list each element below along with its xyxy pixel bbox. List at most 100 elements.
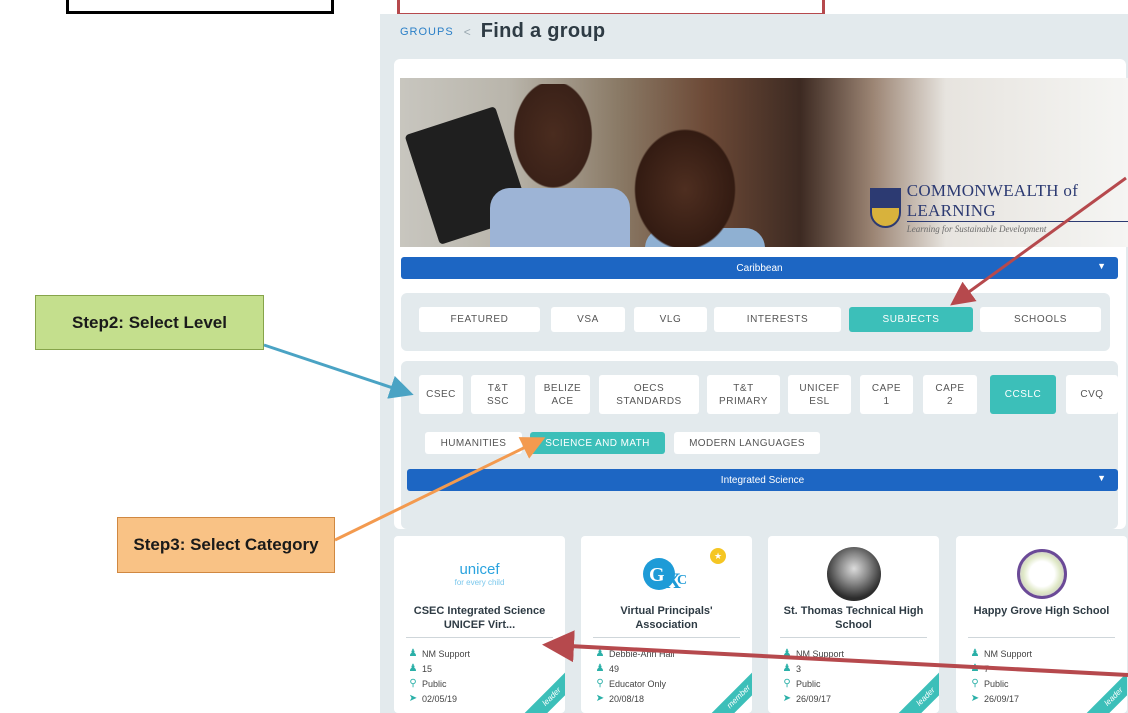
rocket-icon: ➤: [782, 693, 792, 704]
role-ribbon: leader: [895, 666, 939, 713]
level-cape-2[interactable]: CAPE 2: [923, 375, 977, 414]
group-title[interactable]: CSEC Integrated Science UNICEF Virt...: [404, 604, 555, 634]
group-date: ➤ 20/08/18: [595, 693, 645, 704]
category-humanities[interactable]: HUMANITIES: [425, 432, 522, 454]
group-card[interactable]: Happy Grove High School ♟ NM Support ♟ 7 ⚲…: [956, 536, 1127, 713]
category-modern-languages[interactable]: MODERN LANGUAGES: [674, 432, 820, 454]
subject-select[interactable]: Integrated Science ▼: [407, 469, 1118, 491]
step2-callout: Step2: Select Level: [35, 295, 264, 350]
level-oecs-standards[interactable]: OECS STANDARDS: [599, 375, 699, 414]
level-cvq[interactable]: CVQ: [1066, 375, 1118, 414]
group-members: ♟ 49: [595, 663, 620, 674]
level-ccslc[interactable]: CCSLC: [990, 375, 1056, 414]
col-logo: COMMONWEALTH of LEARNING Learning for Su…: [870, 181, 1128, 234]
role-ribbon: member: [708, 666, 752, 713]
tab-schools[interactable]: SCHOOLS: [980, 307, 1101, 332]
group-logo: unicef for every child: [394, 544, 565, 604]
person-icon: ♟: [782, 648, 792, 659]
step3-label: Step3: Select Category: [133, 535, 319, 554]
unicef-logo-sub: for every child: [454, 578, 505, 587]
tab-interests[interactable]: INTERESTS: [714, 307, 841, 332]
vpa-logo-icon: G X C: [642, 558, 687, 593]
annotation-box-black: [66, 0, 334, 14]
person-icon: ♟: [970, 648, 980, 659]
svg-text:C: C: [677, 573, 687, 588]
group-members: ♟ 7: [970, 663, 990, 674]
person-icon: ♟: [408, 648, 418, 659]
role-ribbon: leader: [1083, 666, 1127, 713]
group-date: ➤ 02/05/19: [408, 693, 458, 704]
region-select[interactable]: Caribbean ▼: [401, 257, 1118, 279]
tab-vlg[interactable]: VLG: [634, 307, 707, 332]
rocket-icon: ➤: [970, 693, 980, 704]
level-tt-ssc[interactable]: T&T SSC: [471, 375, 525, 414]
key-icon: ⚲: [783, 678, 791, 689]
level-panel: CSEC T&T SSC BELIZE ACE OECS STANDARDS T…: [401, 361, 1118, 529]
group-card[interactable]: G X C ★ Virtual Principals' Association …: [581, 536, 752, 713]
tab-subjects[interactable]: SUBJECTS: [849, 307, 973, 332]
school-photo-icon: [826, 547, 881, 601]
people-icon: ♟: [970, 663, 980, 674]
group-members: ♟ 3: [782, 663, 802, 674]
card-divider: [780, 637, 927, 638]
col-tagline: Learning for Sustainable Development: [906, 221, 1128, 234]
chevron-down-icon: ▼: [1097, 261, 1106, 271]
subject-select-value: Integrated Science: [720, 474, 805, 486]
group-logo: [768, 544, 939, 604]
breadcrumb: GROUPS < Find a group: [400, 20, 605, 43]
region-select-value: Caribbean: [736, 262, 783, 274]
card-divider: [406, 637, 553, 638]
group-privacy: ⚲ Educator Only: [596, 678, 667, 689]
person-icon: ♟: [595, 648, 605, 659]
group-card[interactable]: St. Thomas Technical High School ♟ NM Sup…: [768, 536, 939, 713]
group-members: ♟ 15: [408, 663, 433, 674]
group-owner: ♟ NM Support: [782, 648, 845, 659]
group-privacy: ⚲ Public: [971, 678, 1009, 689]
card-divider: [968, 637, 1115, 638]
level-tt-primary[interactable]: T&T PRIMARY: [707, 375, 780, 414]
chevron-down-icon: ▼: [1097, 473, 1106, 483]
people-icon: ♟: [595, 663, 605, 674]
level-csec[interactable]: CSEC: [419, 375, 463, 414]
col-org-name: COMMONWEALTH of LEARNING: [906, 181, 1079, 220]
group-owner: ♟ NM Support: [970, 648, 1033, 659]
hero-face-left: [508, 84, 598, 196]
group-owner: ♟ Debbie-Ann Hall: [595, 648, 675, 659]
svg-text:G: G: [649, 564, 665, 586]
trophy-icon: ★: [710, 548, 726, 564]
rocket-icon: ➤: [595, 693, 605, 704]
category-science-and-math[interactable]: SCIENCE AND MATH: [530, 432, 665, 454]
role-ribbon: leader: [521, 666, 565, 713]
unicef-logo-text: unicef: [459, 561, 500, 578]
key-icon: ⚲: [409, 678, 417, 689]
key-icon: ⚲: [971, 678, 979, 689]
breadcrumb-groups-link[interactable]: GROUPS: [400, 26, 454, 38]
group-type-tabs: FEATURED VSA VLG INTERESTS SUBJECTS SCHO…: [401, 293, 1110, 351]
tab-featured[interactable]: FEATURED: [419, 307, 540, 332]
breadcrumb-separator: <: [463, 24, 471, 39]
key-icon: ⚲: [596, 678, 604, 689]
level-belize-ace[interactable]: BELIZE ACE: [535, 375, 590, 414]
page-title: Find a group: [480, 20, 606, 42]
find-group-app: GROUPS < Find a group COMMONWEALTH of LE…: [380, 14, 1128, 713]
hero-figure-left: [490, 188, 630, 247]
level-cape-1[interactable]: CAPE 1: [860, 375, 913, 414]
group-title[interactable]: St. Thomas Technical High School: [778, 604, 929, 634]
group-title[interactable]: Virtual Principals' Association: [591, 604, 742, 634]
col-shield-icon: [870, 187, 901, 228]
group-logo: [956, 544, 1127, 604]
card-divider: [593, 637, 740, 638]
tab-vsa[interactable]: VSA: [551, 307, 625, 332]
group-date: ➤ 26/09/17: [782, 693, 832, 704]
people-icon: ♟: [782, 663, 792, 674]
level-unicef-esl[interactable]: UNICEF ESL: [788, 375, 851, 414]
people-icon: ♟: [408, 663, 418, 674]
hero-face-right: [625, 118, 745, 247]
rocket-icon: ➤: [408, 693, 418, 704]
group-owner: ♟ NM Support: [408, 648, 471, 659]
group-privacy: ⚲ Public: [409, 678, 447, 689]
group-card[interactable]: unicef for every child CSEC Integrated S…: [394, 536, 565, 713]
group-title[interactable]: Happy Grove High School: [966, 604, 1117, 634]
step3-callout: Step3: Select Category: [117, 517, 335, 573]
group-logo: G X C: [581, 544, 752, 604]
